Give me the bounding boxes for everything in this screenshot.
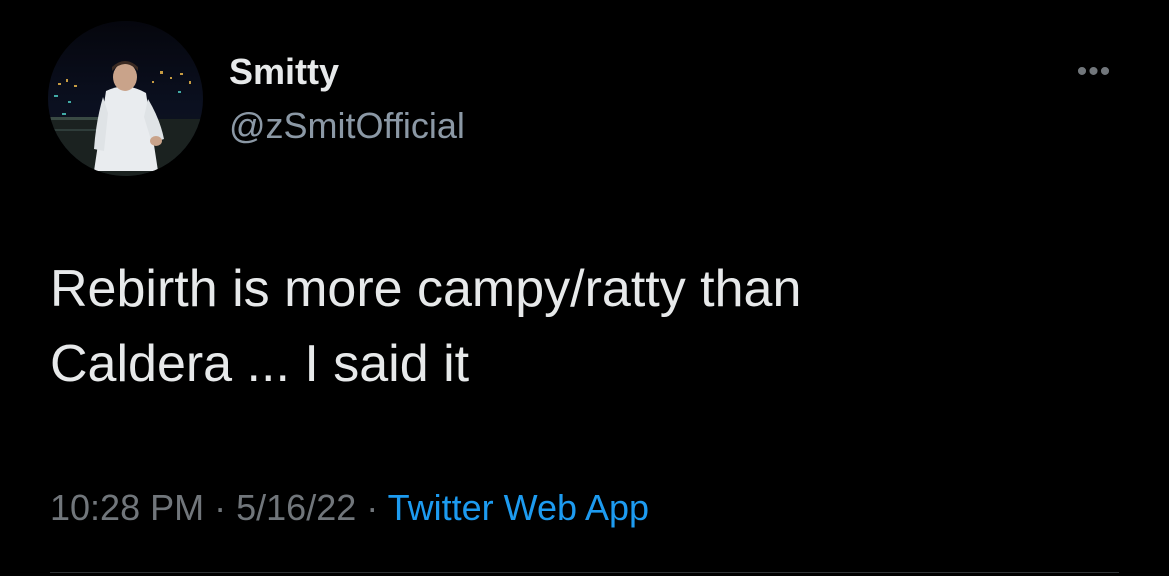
tweet: Smitty @zSmitOfficial ••• Rebirth is mor… [0,0,1169,576]
more-options-button[interactable]: ••• [1068,54,1120,90]
avatar[interactable] [48,21,203,176]
tweet-text: Rebirth is more campy/ratty than Caldera… [50,252,1090,402]
tweet-text-line: Rebirth is more campy/ratty than [50,260,802,318]
separator: · [366,487,379,528]
avatar-image [48,21,203,176]
separator: · [214,487,227,528]
divider [50,572,1119,573]
author-handle[interactable]: @zSmitOfficial [229,104,465,148]
tweet-source-link[interactable]: Twitter Web App [388,487,649,528]
tweet-text-line: Caldera ... I said it [50,335,470,393]
tweet-time[interactable]: 10:28 PM [50,487,204,528]
tweet-metadata: 10:28 PM · 5/16/22 · Twitter Web App [50,486,649,530]
author-display-name[interactable]: Smitty [229,50,339,94]
more-horizontal-icon: ••• [1076,55,1112,88]
tweet-date[interactable]: 5/16/22 [236,487,356,528]
